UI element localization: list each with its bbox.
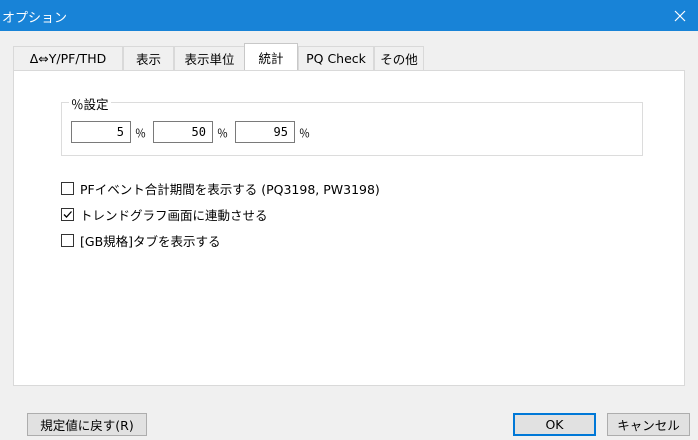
cancel-button[interactable]: キャンセル (607, 413, 690, 436)
tab-delta-y-pf-thd[interactable]: Δ⇔Y/PF/THD (13, 46, 123, 70)
tab-label: その他 (380, 52, 418, 67)
window-title: オプション (2, 11, 68, 26)
reset-defaults-button[interactable]: 規定値に戻す(R) (27, 413, 147, 436)
tab-pq-check[interactable]: PQ Check (298, 46, 374, 70)
percent-settings-group: ％設定 (61, 94, 643, 156)
checkbox-row-pf-event[interactable]: PFイベント合計期間を表示する (PQ3198, PW3198) (61, 180, 380, 197)
tab-label: 表示 (135, 52, 161, 67)
percent-unit: ％ (299, 127, 310, 140)
tab-other[interactable]: その他 (374, 46, 424, 70)
checkbox-label: PFイベント合計期間を表示する (PQ3198, PW3198) (80, 181, 380, 197)
tab-panel-statistics: ％設定 5 ％ 50 ％ 95 ％ PFイベント合計期間を表示する (PQ319… (13, 70, 685, 386)
percent-unit: ％ (217, 127, 228, 140)
checkbox-row-gb-tab[interactable]: [GB規格]タブを表示する (61, 232, 221, 249)
trend-link-checkbox[interactable] (61, 207, 74, 221)
tab-label: PQ Check (306, 51, 366, 66)
checkmark-icon (63, 210, 72, 218)
tab-display-unit[interactable]: 表示単位 (174, 46, 245, 70)
percent-input-2[interactable]: 50 (153, 121, 213, 143)
percent-input-3[interactable]: 95 (235, 121, 295, 143)
ok-button[interactable]: OK (513, 413, 596, 436)
percent-unit: ％ (135, 127, 146, 140)
pf-event-checkbox[interactable] (61, 181, 74, 195)
close-icon (674, 10, 686, 21)
percent-input-1[interactable]: 5 (71, 121, 131, 143)
tab-label: 表示単位 (184, 52, 235, 67)
gb-tab-checkbox[interactable] (61, 233, 74, 247)
group-legend: ％設定 (69, 94, 111, 113)
tab-label: 統計 (258, 50, 284, 66)
tab-display[interactable]: 表示 (123, 46, 174, 70)
tab-statistics[interactable]: 統計 (244, 43, 298, 70)
checkbox-label: トレンドグラフ画面に連動させる (80, 207, 268, 223)
checkbox-label: [GB規格]タブを表示する (80, 233, 221, 249)
tab-label: Δ⇔Y/PF/THD (29, 51, 107, 66)
title-bar: オプション (0, 0, 698, 31)
close-button[interactable] (662, 0, 698, 31)
checkbox-row-trend-link[interactable]: トレンドグラフ画面に連動させる (61, 206, 268, 223)
